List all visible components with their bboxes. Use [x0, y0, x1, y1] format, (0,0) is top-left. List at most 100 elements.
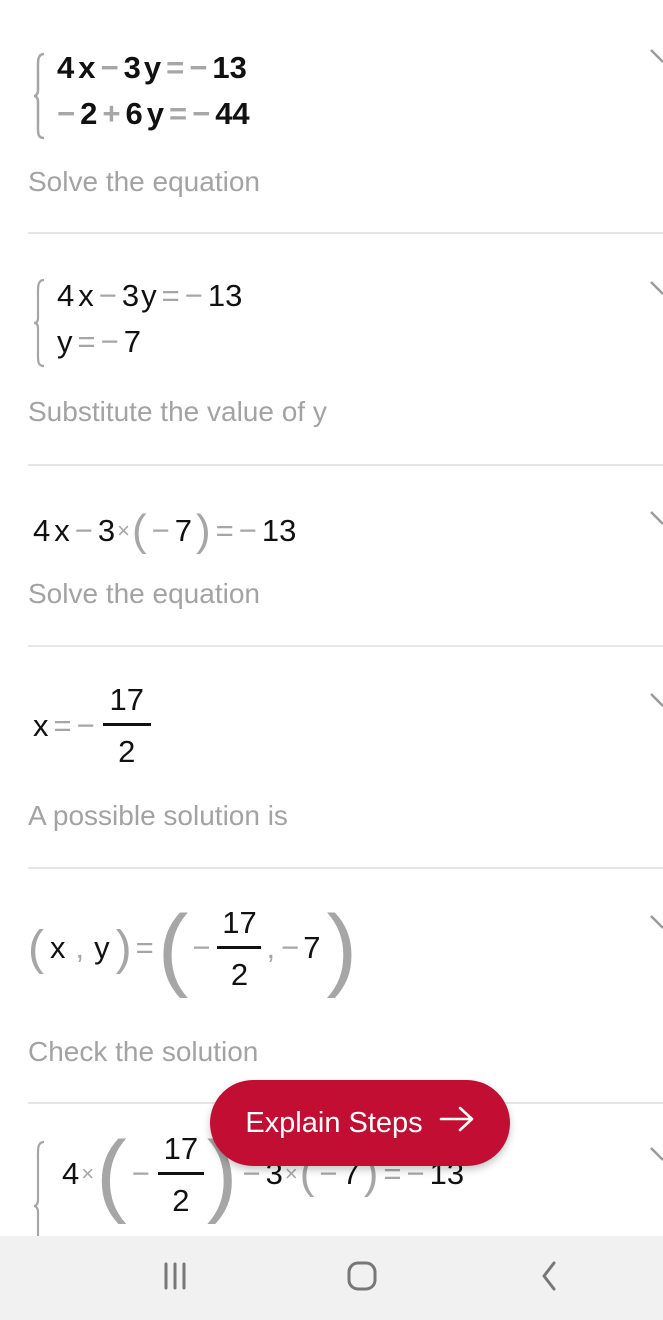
step-expression: 4x − 3 × ( − 7 ) = − 13: [33, 506, 296, 556]
recent-apps-button[interactable]: [155, 1260, 195, 1296]
numerator: 17: [109, 682, 144, 717]
brace-icon: [33, 1140, 45, 1236]
operator: −: [238, 513, 257, 548]
term: 4: [57, 50, 75, 85]
chevron-down-icon[interactable]: [649, 280, 663, 298]
recent-apps-icon: [160, 1261, 190, 1296]
term: 13: [212, 50, 247, 85]
fraction-bar: [157, 1171, 204, 1175]
equation-line-2: − 2 + 6y = − 44: [57, 96, 250, 132]
operator: =: [53, 707, 72, 743]
term: 4: [33, 513, 51, 548]
fraction: 17 2: [217, 904, 262, 992]
operator: −: [131, 1156, 150, 1191]
step-2[interactable]: 4x − 3y = − 13 y = − 7 Substitute the va…: [0, 234, 663, 466]
operator: −: [184, 278, 203, 313]
term: 2: [80, 96, 98, 131]
operator: =: [168, 96, 188, 131]
explain-steps-button[interactable]: Explain Steps: [210, 1080, 510, 1166]
operator: −: [151, 513, 170, 548]
term: 3: [121, 278, 140, 313]
term: 7: [174, 513, 192, 548]
chevron-down-icon[interactable]: [649, 510, 663, 528]
brace-icon: [33, 278, 45, 368]
denominator: 2: [118, 734, 136, 769]
operator: ,: [75, 930, 85, 965]
step-description: Substitute the value of y: [28, 396, 327, 427]
term: x: [78, 50, 96, 85]
term: 4: [62, 1156, 80, 1191]
operator: −: [281, 930, 300, 965]
operator: =: [166, 50, 185, 85]
term: y: [57, 324, 73, 359]
step-4[interactable]: x = − 17 2 A possible solution is: [0, 646, 663, 869]
brace-icon: [33, 52, 45, 140]
paren: (: [131, 506, 147, 555]
system-navigation-bar: [0, 1236, 663, 1320]
term: 7: [123, 324, 141, 359]
operator: =: [215, 513, 234, 548]
numerator: 17: [163, 1130, 199, 1166]
home-icon: [346, 1260, 378, 1297]
paren: (: [96, 1123, 127, 1225]
chevron-down-icon[interactable]: [649, 692, 663, 710]
numerator: 17: [222, 904, 257, 940]
equation-line-1: 4x − 3y = − 13: [57, 278, 242, 314]
term: y: [143, 50, 162, 85]
term: y: [146, 96, 164, 131]
step-description: Solve the equation: [28, 166, 260, 197]
fraction: 17 2: [157, 1130, 204, 1218]
operator: −: [76, 707, 95, 743]
term: 6: [125, 96, 143, 131]
paren: (: [28, 921, 44, 975]
fraction-bar: [217, 945, 262, 949]
term: 3: [123, 50, 141, 85]
arrow-right-icon: [439, 1106, 475, 1140]
operator: −: [100, 50, 119, 85]
step-description: A possible solution is: [28, 800, 288, 831]
term: 7: [303, 930, 321, 965]
chevron-down-icon[interactable]: [649, 1146, 663, 1164]
operator: =: [135, 930, 154, 965]
operator: −: [57, 96, 76, 131]
operator: −: [98, 278, 117, 313]
operator: ×: [117, 518, 130, 543]
paren: (: [157, 897, 189, 999]
paren: ): [326, 897, 358, 999]
term: y: [141, 278, 157, 313]
term: 3: [97, 513, 116, 548]
back-icon: [538, 1260, 562, 1297]
step-description: Check the solution: [28, 1036, 259, 1067]
paren: ): [195, 506, 211, 555]
term: 4: [57, 278, 75, 313]
operator: +: [102, 96, 121, 131]
back-button[interactable]: [530, 1260, 570, 1296]
denominator: 2: [230, 956, 249, 992]
chevron-down-icon[interactable]: [649, 914, 663, 932]
step-3[interactable]: 4x − 3 × ( − 7 ) = − 13 Solve the equati…: [0, 464, 663, 647]
step-5[interactable]: ( x , y ) = ( − 17 2 , − 7 ) Check the s…: [0, 868, 663, 1104]
step-1[interactable]: 4x − 3y = − 13 − 2 + 6y = − 44 Solve the…: [0, 0, 663, 234]
step-description: Solve the equation: [28, 578, 260, 609]
operator: −: [74, 513, 93, 548]
equation-line-1: 4x − 3y = − 13: [57, 50, 247, 86]
operator: −: [192, 930, 211, 965]
explain-steps-label: Explain Steps: [245, 1106, 423, 1139]
term: x: [54, 513, 70, 548]
fraction: 17 2: [102, 682, 151, 769]
operator: −: [100, 324, 119, 359]
term: x: [78, 278, 94, 313]
paren: ): [115, 921, 132, 975]
term: x: [49, 930, 66, 965]
home-button[interactable]: [342, 1260, 382, 1296]
fraction-bar: [102, 723, 151, 726]
term: y: [94, 930, 110, 965]
equation-line-2: y = − 7: [57, 324, 141, 360]
denominator: 2: [172, 1182, 190, 1218]
term: 13: [261, 513, 297, 548]
operator: =: [77, 324, 96, 359]
operator: −: [192, 96, 211, 131]
operator: ×: [81, 1161, 95, 1186]
chevron-down-icon[interactable]: [649, 48, 663, 66]
term: x: [33, 707, 49, 743]
